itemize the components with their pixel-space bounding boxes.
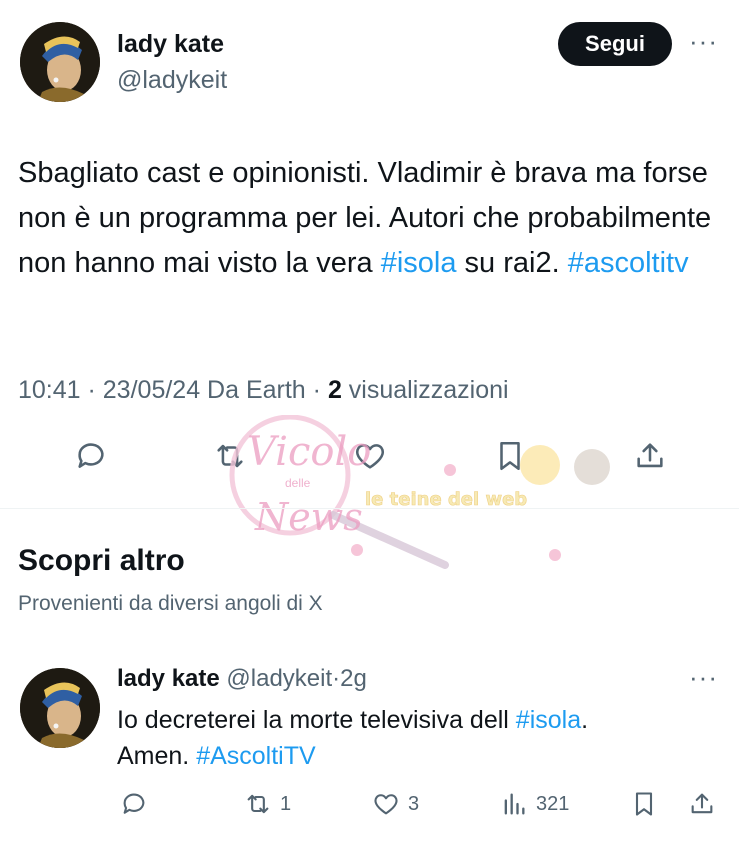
tweet-source: Da Earth — [200, 376, 306, 404]
bookmark-icon[interactable] — [490, 436, 530, 476]
views-count: 2 — [327, 376, 342, 404]
views-icon — [504, 793, 525, 815]
share-icon — [691, 793, 713, 814]
watermark-text: delle — [285, 476, 311, 490]
meta-separator: · — [305, 376, 328, 404]
reply-author-handle[interactable]: @ladykeit — [220, 665, 332, 692]
more-options-icon[interactable]: ··· — [689, 664, 718, 690]
tweet-date[interactable]: 23/05/24 — [103, 376, 200, 404]
section-divider — [0, 508, 739, 509]
watermark-logo: Vicolo delle News le teine del web — [229, 415, 610, 569]
reply-text: Io decreterei la morte televisiva dell #… — [117, 702, 717, 774]
hashtag-link[interactable]: #AscoltiTV — [196, 742, 315, 770]
retweet-icon — [247, 794, 269, 814]
retweet-count: 1 — [280, 792, 292, 815]
author-handle[interactable]: @ladykeit — [117, 66, 227, 95]
views-count: 321 — [536, 792, 570, 815]
hashtag-link[interactable]: #ascoltitv — [568, 247, 689, 279]
hashtag-link[interactable]: #isola — [516, 706, 581, 734]
meta-separator: · — [80, 376, 103, 404]
tweet-text: Sbagliato cast e opinionisti. Vladimir è… — [18, 151, 723, 286]
girl-with-pearl-earring-icon — [20, 22, 100, 102]
avatar[interactable] — [20, 22, 100, 102]
share-icon[interactable] — [630, 436, 670, 476]
hashtag-link[interactable]: #isola — [381, 247, 457, 279]
more-options-icon[interactable]: ··· — [689, 28, 718, 54]
reply-header: lady kate @ladykeit·2g — [117, 665, 367, 693]
reply-text-part: . — [581, 706, 589, 734]
reply-retweet-button[interactable]: 1 — [244, 790, 291, 818]
reply-share-button[interactable] — [688, 790, 716, 818]
like-count: 3 — [408, 792, 420, 815]
follow-button[interactable]: Segui — [558, 22, 672, 66]
meta-separator: · — [332, 665, 341, 692]
avatar[interactable] — [20, 668, 100, 748]
like-icon[interactable] — [350, 436, 390, 476]
tweet-text-part: su rai2. — [456, 247, 568, 279]
girl-with-pearl-earring-icon — [20, 668, 100, 748]
reply-reply-button[interactable] — [120, 790, 148, 818]
bookmark-icon — [635, 792, 653, 816]
tweet-time[interactable]: 10:41 — [18, 376, 81, 404]
watermark-text: News — [254, 495, 363, 539]
views-label: visualizzazioni — [341, 376, 509, 404]
discover-subtitle: Provenienti da diversi angoli di X — [18, 592, 323, 615]
reply-bookmark-button[interactable] — [630, 790, 658, 818]
reply-text-part: Io decreterei la morte televisiva dell — [117, 706, 516, 734]
reply-like-button[interactable]: 3 — [372, 790, 419, 818]
reply-age[interactable]: 2g — [340, 665, 367, 692]
retweet-icon[interactable] — [210, 436, 250, 476]
discover-title: Scopri altro — [18, 544, 185, 577]
reply-text-part: Amen. — [117, 742, 197, 770]
reply-views-button[interactable]: 321 — [500, 790, 569, 818]
like-icon — [374, 794, 398, 815]
author-name[interactable]: lady kate — [117, 30, 224, 59]
watermark-banner: le teine del web — [365, 489, 527, 510]
reply-icon — [123, 793, 145, 814]
tweet-meta: 10:41 · 23/05/24 Da Earth · 2 visualizza… — [18, 376, 509, 405]
reply-icon[interactable] — [71, 436, 111, 476]
reply-author-name[interactable]: lady kate — [117, 665, 220, 692]
